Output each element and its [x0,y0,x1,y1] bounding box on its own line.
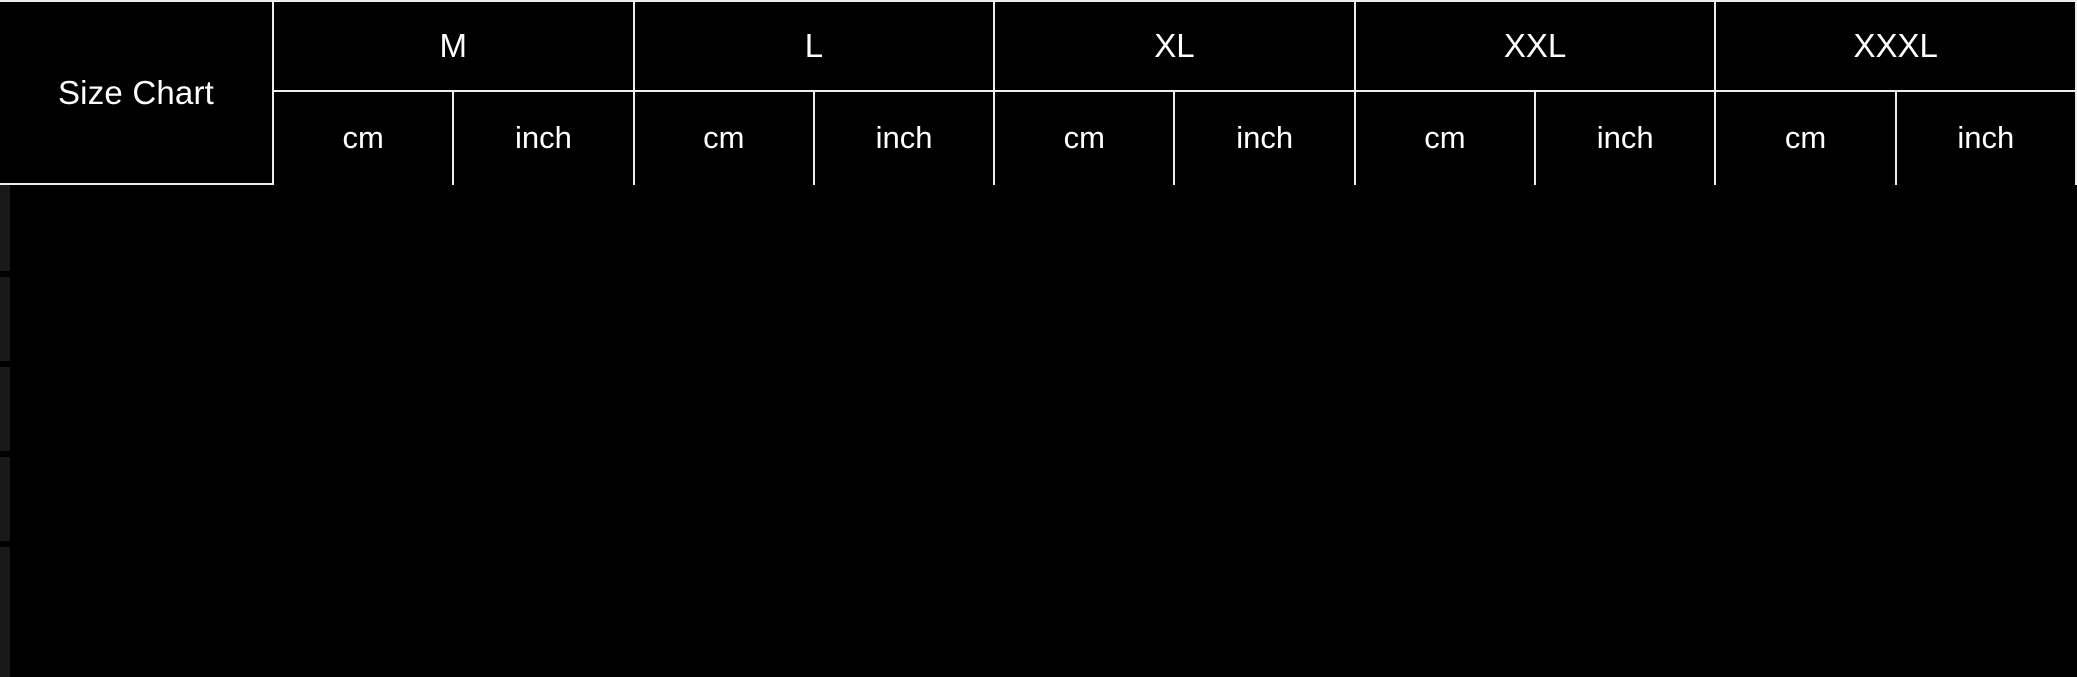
measurement-cell [1353,367,1537,461]
size-chart-title-cell: Size Chart [0,0,274,185]
measurement-cell [1353,459,1537,553]
measurement-cell [632,183,815,277]
measurement-cell [271,367,455,461]
measurement-cell [993,459,1176,553]
measurement-cell [1894,275,2077,369]
measurement-cell [1534,367,1717,461]
unit-header-l-inch: inch [812,90,996,184]
measurement-cell [1894,367,2077,461]
unit-header-xxl-cm: cm [1353,90,1537,184]
size-group-header-m: M [272,0,635,92]
unit-header-m-inch: inch [452,90,635,184]
unit-header-xl-inch: inch [1173,90,1356,184]
measurement-cell [1534,183,1717,277]
measurement-cell [812,275,996,369]
measurement-cell [452,551,635,645]
measurement-label [0,551,274,645]
measurement-cell [1894,459,2077,553]
measurement-cell [1353,183,1537,277]
size-chart-table: Size Chart M L XL XXL XXXL cm inch cm in… [0,0,2077,645]
size-group-header-xl: XL [993,0,1356,92]
measurement-cell [993,551,1176,645]
measurement-cell [452,459,635,553]
measurement-cell [1173,275,1356,369]
measurement-cell [812,459,996,553]
size-chart-header: Size Chart M L XL XXL XXXL cm inch cm in… [0,0,2077,185]
measurement-label [0,367,274,461]
unit-header-l-cm: cm [632,90,815,184]
measurement-cell [632,459,815,553]
measurement-cell [1173,367,1356,461]
unit-header-xxxl-cm: cm [1714,90,1897,184]
measurement-cell [1894,183,2077,277]
measurement-cell [271,183,455,277]
measurement-cell [1534,459,1717,553]
measurement-cell [452,183,635,277]
measurement-cell [1714,275,1897,369]
measurement-cell [271,275,455,369]
size-group-header-xxl: XXL [1353,0,1717,92]
measurement-cell [1534,275,1717,369]
measurement-cell [271,551,455,645]
unit-header-m-cm: cm [271,90,455,184]
measurement-cell [632,551,815,645]
measurement-cell [1714,459,1897,553]
unit-header-xxxl-inch: inch [1894,90,2077,184]
measurement-cell [812,551,996,645]
measurement-cell [1173,551,1356,645]
measurement-cell [1534,551,1717,645]
measurement-cell [1714,551,1897,645]
measurement-cell [812,183,996,277]
measurement-cell [1353,551,1537,645]
measurement-cell [1173,183,1356,277]
measurement-cell [993,275,1176,369]
measurement-label [0,459,274,553]
table-row [0,459,2077,553]
size-group-header-xxxl: XXXL [1714,0,2077,92]
unit-header-xl-cm: cm [993,90,1176,184]
measurement-cell [632,367,815,461]
size-chart-container: Size Chart M L XL XXL XXXL cm inch cm in… [0,0,2077,677]
size-group-header-row: Size Chart M L XL XXL XXXL [0,0,2077,185]
measurement-cell [1894,551,2077,645]
measurement-cell [1714,183,1897,277]
measurement-cell [1173,459,1356,553]
measurement-cell [1353,275,1537,369]
unit-header-xxl-inch: inch [1534,90,1717,184]
measurement-cell [271,459,455,553]
measurement-cell [993,367,1176,461]
measurement-label [0,183,274,277]
size-group-header-l: L [632,0,996,92]
measurement-cell [1714,367,1897,461]
table-row [0,275,2077,369]
size-chart-body [0,183,2077,645]
table-row [0,551,2077,645]
measurement-cell [812,367,996,461]
measurement-cell [452,367,635,461]
table-row [0,183,2077,277]
measurement-cell [632,275,815,369]
table-row [0,367,2077,461]
measurement-label [0,275,274,369]
measurement-cell [993,183,1176,277]
measurement-cell [452,275,635,369]
unit-header-row: cm inch cm inch cm inch cm inch cm inch [0,90,2077,184]
